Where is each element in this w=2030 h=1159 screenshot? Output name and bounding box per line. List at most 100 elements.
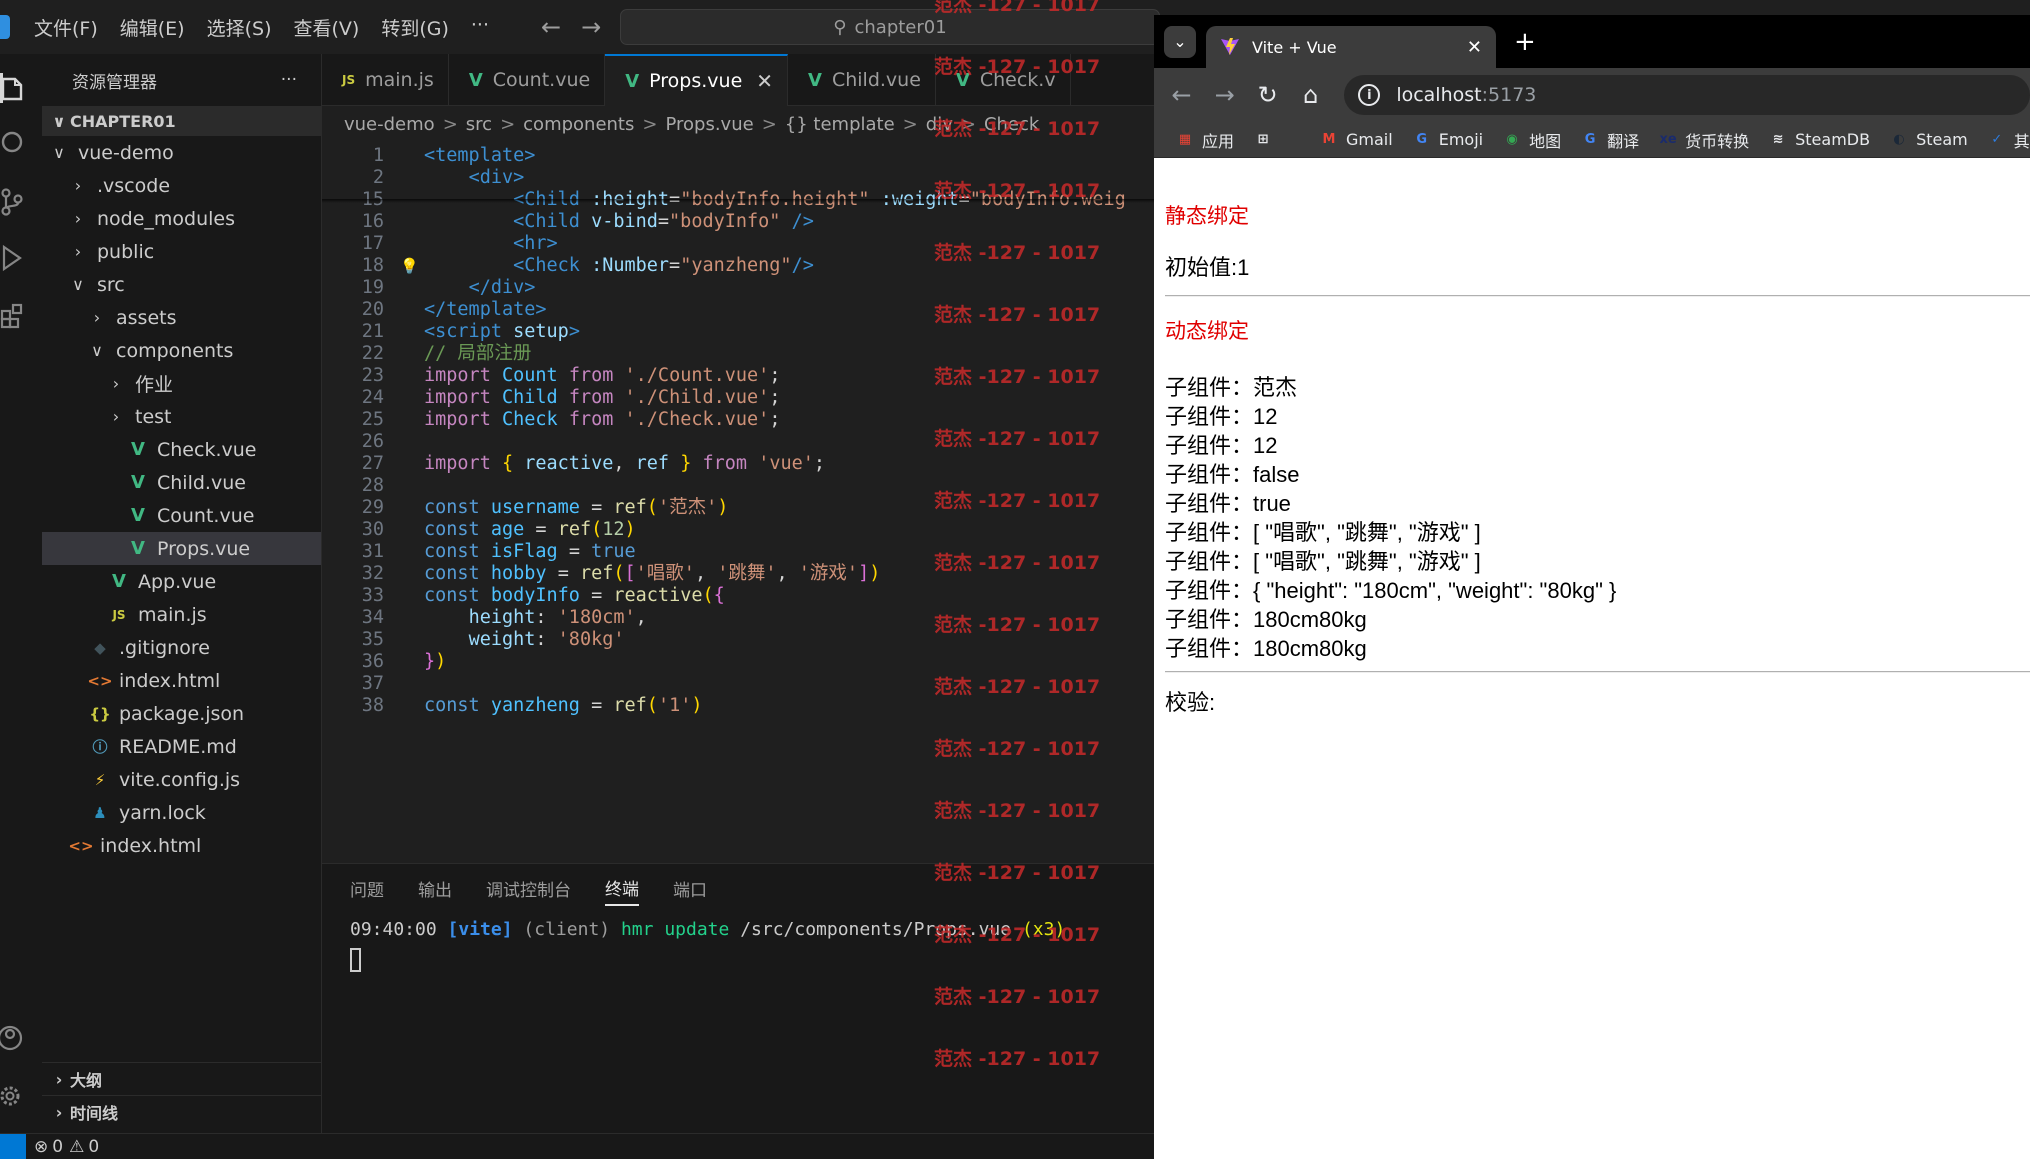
menu-item[interactable]: ··· bbox=[471, 14, 489, 41]
bookmark-label: Gmail bbox=[1346, 130, 1393, 149]
forward-arrow-icon[interactable]: → bbox=[1203, 81, 1246, 109]
breadcrumb-item[interactable]: src bbox=[466, 114, 492, 135]
panel-tab[interactable]: 问题 bbox=[350, 876, 384, 905]
breadcrumb-item[interactable]: Check bbox=[984, 114, 1039, 135]
browser-tab[interactable]: Vite + Vue ✕ bbox=[1206, 26, 1496, 68]
tree-file[interactable]: ⓘ README.md bbox=[42, 730, 321, 763]
close-tab-icon[interactable]: ✕ bbox=[1467, 37, 1482, 58]
account-icon bbox=[0, 1025, 23, 1051]
bookmark[interactable]: G Emoji bbox=[1413, 130, 1483, 149]
tree-folder[interactable]: › public bbox=[42, 235, 321, 268]
editor-tab[interactable]: JS main.js bbox=[322, 54, 449, 106]
back-arrow-icon[interactable]: ← bbox=[1160, 81, 1203, 109]
bookmark-icon: ▦ bbox=[1178, 132, 1192, 147]
bookmark[interactable]: ⊞ bbox=[1254, 131, 1280, 149]
home-icon[interactable]: ⌂ bbox=[1289, 81, 1332, 109]
panel-tab[interactable]: 端口 bbox=[673, 876, 707, 905]
editor-tab-label: Props.vue bbox=[649, 70, 743, 92]
tree-file[interactable]: ◆ .gitignore bbox=[42, 631, 321, 664]
yarn-file-icon: ♟ bbox=[93, 803, 107, 822]
editor-tab[interactable]: V Count.vue bbox=[449, 54, 606, 106]
tree-file[interactable]: <> index.html bbox=[42, 829, 321, 862]
menu-item[interactable]: 编辑(E) bbox=[120, 14, 185, 41]
menu-item[interactable]: 转到(G) bbox=[381, 14, 449, 41]
remote-indicator[interactable] bbox=[0, 1133, 26, 1159]
manage-activity[interactable] bbox=[0, 1072, 42, 1120]
address-bar[interactable]: i localhost:5173 bbox=[1344, 75, 2030, 115]
tree-folder[interactable]: › 作业 bbox=[42, 367, 321, 400]
tree-file[interactable]: V Count.vue bbox=[42, 499, 321, 532]
workspace-section-header[interactable]: ∨ CHAPTER01 bbox=[42, 106, 321, 136]
reload-icon[interactable]: ↻ bbox=[1246, 81, 1289, 109]
bookmark[interactable]: ✓ 其乐 K bbox=[1988, 128, 2030, 152]
warning-icon[interactable]: ⚠ bbox=[69, 1137, 84, 1157]
command-center-search[interactable]: ⚲ chapter01 bbox=[620, 9, 1160, 45]
bookmark[interactable]: ◐ Steam bbox=[1890, 130, 1967, 149]
search-activity[interactable] bbox=[0, 120, 42, 168]
accounts-activity[interactable] bbox=[0, 1014, 42, 1062]
tree-folder[interactable]: › assets bbox=[42, 301, 321, 334]
panel-tab[interactable]: 终端 bbox=[605, 875, 639, 906]
code-editor[interactable]: 1<template>2 <div>15 <Child :height="bod… bbox=[322, 142, 1154, 863]
tree-file[interactable]: V Child.vue bbox=[42, 466, 321, 499]
bookmark[interactable]: xe 货币转换 bbox=[1659, 128, 1750, 152]
chevron-right-icon: › bbox=[74, 176, 82, 195]
tree-file[interactable]: V Props.vue bbox=[42, 532, 321, 565]
menu-item[interactable]: 文件(F) bbox=[34, 14, 98, 41]
tree-folder[interactable]: › test bbox=[42, 400, 321, 433]
menu-item[interactable]: 选择(S) bbox=[207, 14, 272, 41]
explorer-activity[interactable] bbox=[0, 64, 42, 112]
breadcrumb-item[interactable]: div bbox=[926, 114, 953, 135]
timeline-section-header[interactable]: › 时间线 bbox=[42, 1095, 322, 1128]
outline-section-header[interactable]: › 大纲 bbox=[42, 1062, 322, 1095]
extensions-activity[interactable] bbox=[0, 290, 42, 338]
tree-file[interactable]: <> index.html bbox=[42, 664, 321, 697]
warning-count[interactable]: 0 bbox=[88, 1137, 99, 1157]
terminal[interactable]: 09:40:00 [vite] (client) hmr update /src… bbox=[322, 916, 1154, 981]
outline-title: 大纲 bbox=[70, 1071, 103, 1090]
forward-arrow-icon[interactable]: → bbox=[581, 13, 601, 41]
close-tab-icon[interactable]: ✕ bbox=[756, 69, 773, 93]
panel-tab[interactable]: 输出 bbox=[418, 876, 452, 905]
tree-file[interactable]: ♟ yarn.lock bbox=[42, 796, 321, 829]
editor-tab[interactable]: V Check.v bbox=[936, 54, 1071, 106]
source-control-activity[interactable] bbox=[0, 178, 42, 226]
bookmark[interactable]: ▦ 应用 bbox=[1176, 128, 1234, 152]
chevron-down-icon: ∨ bbox=[53, 143, 65, 162]
child-output-line: 子组件：180cm80kg bbox=[1165, 636, 1367, 661]
explorer-title: 资源管理器 bbox=[72, 72, 157, 93]
breadcrumb-item[interactable]: components bbox=[523, 114, 634, 135]
tree-file[interactable]: V App.vue bbox=[42, 565, 321, 598]
breadcrumb-item[interactable]: Props.vue bbox=[665, 114, 753, 135]
bookmark[interactable]: G 翻译 bbox=[1581, 128, 1639, 152]
site-info-icon[interactable]: i bbox=[1358, 84, 1381, 106]
tree-file[interactable]: V Check.vue bbox=[42, 433, 321, 466]
menu-item[interactable]: 查看(V) bbox=[294, 14, 360, 41]
tree-item-label: assets bbox=[116, 306, 177, 329]
command-center-text: chapter01 bbox=[854, 16, 947, 38]
bookmark[interactable]: ◉ 地图 bbox=[1503, 128, 1561, 152]
new-tab-button[interactable]: + bbox=[1514, 27, 1536, 57]
error-icon[interactable]: ⊗ bbox=[34, 1137, 48, 1157]
bookmark[interactable]: M Gmail bbox=[1320, 130, 1393, 149]
tree-file[interactable]: JS main.js bbox=[42, 598, 321, 631]
breadcrumb-item[interactable]: vue-demo bbox=[344, 114, 435, 135]
back-arrow-icon[interactable]: ← bbox=[541, 13, 561, 41]
more-actions-icon[interactable]: ··· bbox=[281, 70, 297, 90]
tab-search-button[interactable]: ⌄ bbox=[1164, 25, 1196, 58]
tree-folder[interactable]: ∨ components bbox=[42, 334, 321, 367]
code-line[interactable]: 38 const yanzheng = ref('1') bbox=[322, 692, 1154, 721]
run-debug-activity[interactable] bbox=[0, 234, 42, 282]
panel-tab[interactable]: 调试控制台 bbox=[486, 876, 571, 905]
tree-folder[interactable]: › .vscode bbox=[42, 169, 321, 202]
breadcrumb-item[interactable]: {} template bbox=[785, 114, 895, 135]
error-count[interactable]: 0 bbox=[52, 1137, 63, 1157]
tree-folder[interactable]: › node_modules bbox=[42, 202, 321, 235]
tree-folder[interactable]: ∨ src bbox=[42, 268, 321, 301]
tree-file[interactable]: ⚡ vite.config.js bbox=[42, 763, 321, 796]
tree-folder[interactable]: ∨ vue-demo bbox=[42, 136, 321, 169]
tree-file[interactable]: {} package.json bbox=[42, 697, 321, 730]
editor-tab[interactable]: V Child.vue bbox=[788, 54, 936, 106]
editor-tab[interactable]: V Props.vue ✕ bbox=[605, 54, 789, 106]
bookmark[interactable]: ≋ SteamDB bbox=[1769, 130, 1870, 149]
